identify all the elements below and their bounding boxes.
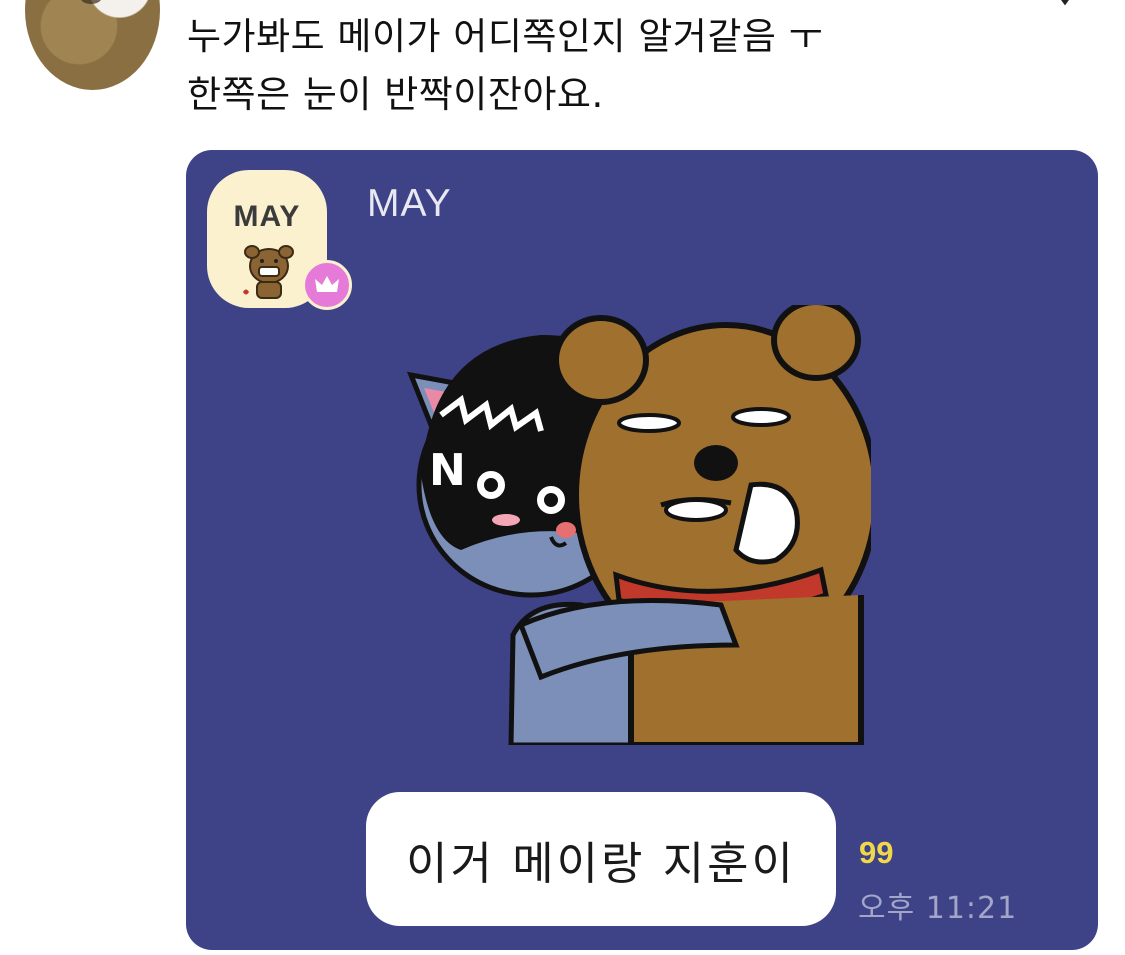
tweet-text-line-2: 한쪽은 눈이 반짝이잔아요. xyxy=(187,73,604,116)
message-text: 이거 메이랑 지훈이 xyxy=(406,836,796,890)
chat-screenshot-image[interactable]: MAY MAY N 이거 메이랑 지훈이 99 오후 11:21 xyxy=(186,150,1098,950)
message-timestamp: 오후 11:21 xyxy=(858,891,1018,926)
profile-picture-label: MAY xyxy=(233,200,301,233)
tweet-text-line-1: 누가봐도 메이가 어디쪽인지 알거같음 ㅜ xyxy=(187,15,824,58)
unread-count: 99 xyxy=(859,835,894,870)
dog-character-icon xyxy=(243,245,294,299)
message-bubble[interactable]: 이거 메이랑 지훈이 xyxy=(366,792,836,926)
sender-name: MAY xyxy=(367,182,452,225)
svg-text:N: N xyxy=(429,445,466,496)
crown-icon xyxy=(302,260,352,310)
tweet-text: 누가봐도 메이가 어디쪽인지 알거같음 ㅜ 한쪽은 눈이 반짝이잔아요. xyxy=(187,8,823,124)
sticker-image[interactable]: N xyxy=(391,305,871,745)
more-icon[interactable] xyxy=(1045,0,1085,6)
user-avatar[interactable] xyxy=(25,0,160,90)
